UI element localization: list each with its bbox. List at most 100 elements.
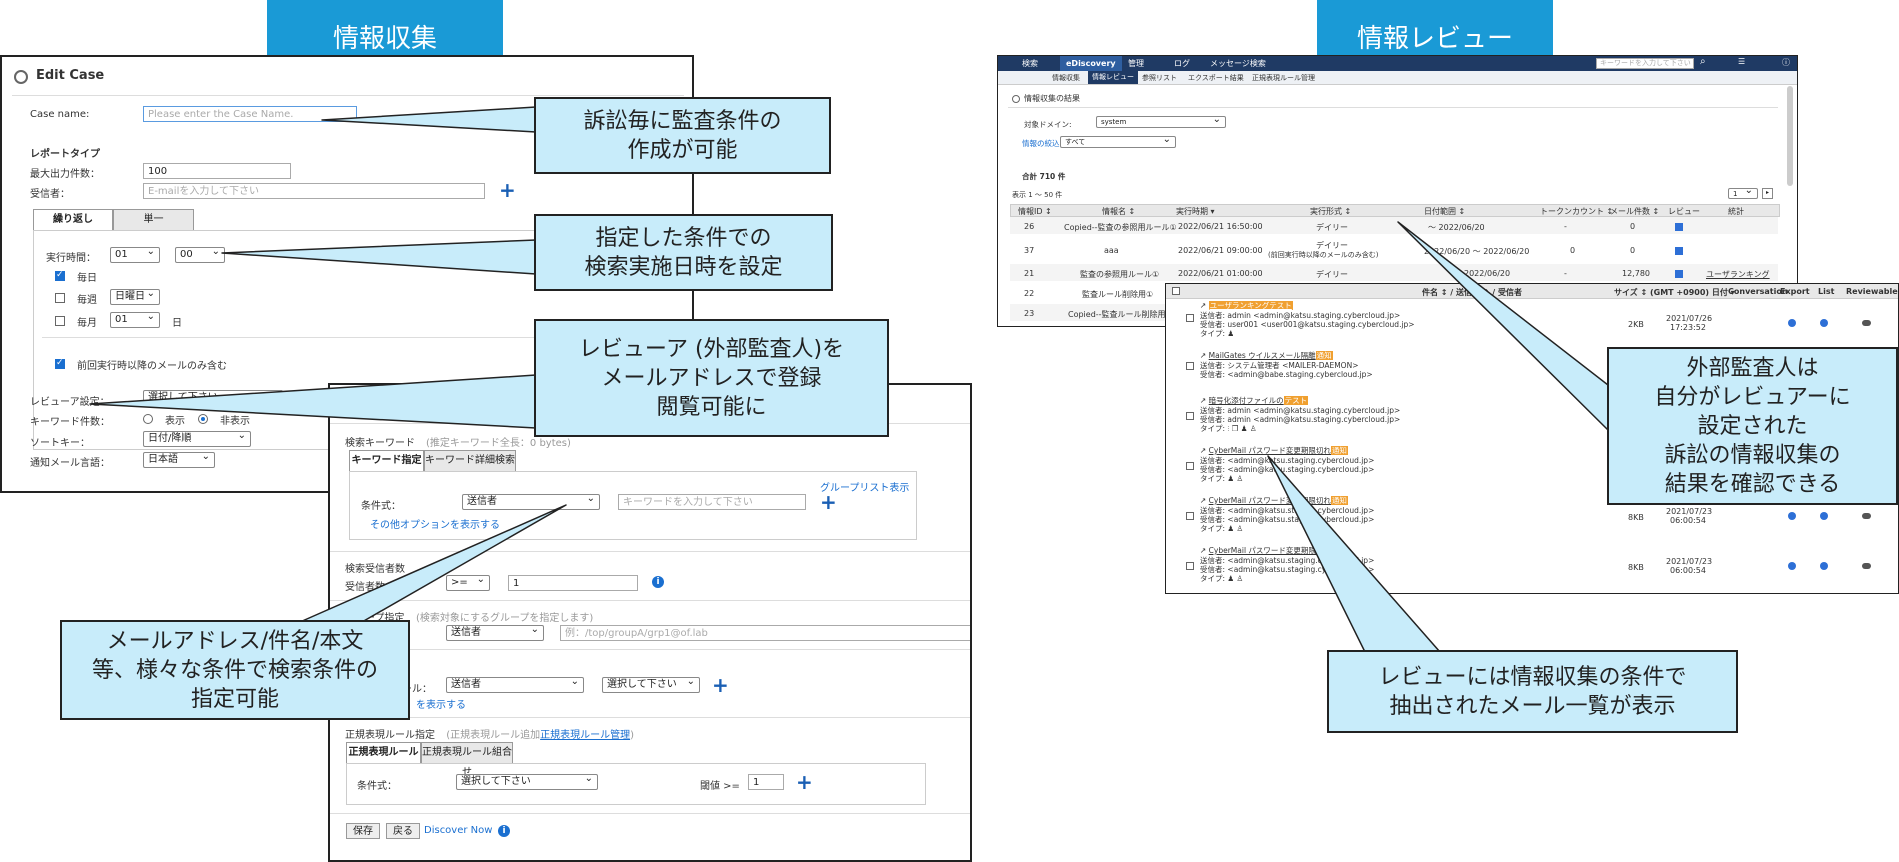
- page-select[interactable]: 1: [1728, 188, 1758, 199]
- list-plus-icon[interactable]: [1820, 319, 1828, 327]
- sort-key-select[interactable]: 日付/降順: [143, 431, 251, 447]
- cond-select[interactable]: 送信者: [462, 494, 600, 510]
- scrollbar[interactable]: [1787, 86, 1793, 186]
- col-time[interactable]: 実行時期 ▾: [1176, 206, 1215, 217]
- nav-search[interactable]: 検索: [1022, 58, 1038, 69]
- menu-icon[interactable]: ☰: [1738, 57, 1745, 66]
- reviewer-select[interactable]: 選択して下さい: [143, 390, 283, 406]
- add-recipient-plus-icon[interactable]: +: [499, 180, 516, 200]
- next-page-button[interactable]: ▸: [1762, 188, 1773, 199]
- mail-checkbox[interactable]: [1186, 412, 1194, 420]
- tab-repeat[interactable]: 繰り返し: [33, 209, 113, 231]
- tab-keyword-detail[interactable]: キーワード詳細検索: [424, 450, 516, 472]
- subtab-reference[interactable]: 参照リスト: [1142, 73, 1177, 83]
- mail-col-size[interactable]: サイズ ↕: [1614, 287, 1647, 298]
- col-name[interactable]: 情報名 ↕: [1102, 206, 1135, 217]
- tab-regex[interactable]: 正規表現ルール: [346, 742, 421, 764]
- review-square-icon[interactable]: [1675, 270, 1683, 278]
- nav-admin[interactable]: 管理: [1128, 58, 1144, 69]
- export-plus-icon[interactable]: [1788, 319, 1796, 327]
- exec-minute-select[interactable]: 00: [175, 247, 225, 263]
- rule-select[interactable]: 送信者: [446, 677, 584, 693]
- notify-lang-select[interactable]: 日本語: [143, 452, 215, 468]
- weekday-select[interactable]: 日曜日: [110, 289, 160, 305]
- export-plus-icon[interactable]: [1788, 562, 1796, 570]
- subtab-regex[interactable]: 正規表現ルール管理: [1252, 73, 1315, 83]
- group-cond-select[interactable]: 送信者: [446, 625, 544, 641]
- keyword-input[interactable]: キーワードを入力して下さい: [618, 494, 806, 510]
- group-input[interactable]: 例：/top/groupA/grp1@of.lab: [560, 625, 970, 641]
- case-name-input[interactable]: Please enter the Case Name.: [143, 106, 357, 122]
- keyword-hide-radio[interactable]: [198, 414, 208, 424]
- mail-checkbox[interactable]: [1186, 562, 1194, 570]
- nav-message-search[interactable]: メッセージ検索: [1210, 58, 1266, 69]
- rule-choice-select[interactable]: 選択して下さい: [602, 677, 700, 693]
- select-all-checkbox[interactable]: [1172, 287, 1180, 295]
- col-tokens[interactable]: トークンカウント ↕: [1540, 206, 1613, 217]
- daily-checkbox[interactable]: [55, 270, 65, 281]
- subtab-export[interactable]: エクスポート結果: [1188, 73, 1244, 83]
- col-type[interactable]: 実行形式 ↕: [1310, 206, 1351, 217]
- tag-icon[interactable]: [1862, 563, 1871, 569]
- add-rule-plus-icon[interactable]: +: [712, 675, 729, 695]
- info-icon[interactable]: ⓘ: [1782, 57, 1790, 68]
- review-square-icon[interactable]: [1675, 247, 1683, 255]
- back-button[interactable]: 戻る: [386, 823, 420, 839]
- month-day-select[interactable]: 01: [110, 312, 160, 328]
- tab-keyword[interactable]: キーワード指定: [349, 450, 424, 472]
- col-mails[interactable]: メール件数 ↕: [1610, 206, 1659, 217]
- list-plus-icon[interactable]: [1820, 562, 1828, 570]
- threshold-input[interactable]: 1: [748, 774, 784, 790]
- report-type-heading: レポートタイプ: [30, 149, 100, 160]
- review-square-icon[interactable]: [1675, 223, 1683, 231]
- nav-log[interactable]: ログ: [1174, 58, 1190, 69]
- regex-cond-select[interactable]: 選択して下さい: [456, 774, 598, 790]
- callout-exec-time: 指定した条件での 検索実施日時を設定: [534, 214, 833, 291]
- cond-label: 条件式：: [361, 501, 401, 512]
- since-last-checkbox[interactable]: [55, 358, 65, 369]
- search-icon[interactable]: ⌕: [1700, 56, 1706, 67]
- regex-manage-link[interactable]: 正規表現ルール管理: [540, 730, 630, 741]
- tag-icon[interactable]: [1862, 513, 1871, 519]
- mail-col-date[interactable]: (GMT +0900) 日付 ▾: [1650, 287, 1735, 298]
- recipient-op-select[interactable]: >=: [446, 575, 490, 591]
- recipient-info-icon[interactable]: i: [652, 576, 664, 588]
- user-ranking-link[interactable]: ユーザランキング: [1706, 269, 1770, 280]
- group-note: (検索対象にするグループを指定します): [416, 613, 594, 624]
- mail-checkbox[interactable]: [1186, 362, 1194, 370]
- weekly-checkbox[interactable]: [55, 293, 65, 303]
- section-title: 情報収集の結果: [1024, 94, 1080, 103]
- discover-now-link[interactable]: Discover Now: [424, 825, 492, 836]
- add-regex-plus-icon[interactable]: +: [796, 772, 813, 792]
- weekly-label: 毎週: [77, 295, 97, 306]
- col-range[interactable]: 日付範囲 ↕: [1424, 206, 1465, 217]
- tab-single[interactable]: 単一: [113, 209, 194, 231]
- recipient-count-input[interactable]: 1: [508, 575, 638, 591]
- tab-regex-combo[interactable]: 正規表現ルール組合せ: [421, 742, 513, 778]
- exec-hour-select[interactable]: 01: [110, 247, 160, 263]
- col-id[interactable]: 情報ID ↕: [1018, 206, 1052, 217]
- discover-info-icon[interactable]: i: [498, 825, 510, 837]
- domain-select[interactable]: system: [1096, 116, 1226, 128]
- mail-col-subject[interactable]: 件名 ↕ / 送信者 ↕ / 受信者: [1422, 287, 1522, 298]
- monthly-checkbox[interactable]: [55, 316, 65, 326]
- keyword-show-radio[interactable]: [143, 414, 153, 424]
- nav-search-input[interactable]: キーワードを入力して下さい: [1596, 58, 1694, 69]
- mail-col-reviewable: Reviewable: [1846, 287, 1898, 296]
- rule-options-link[interactable]: を表示する: [416, 696, 466, 711]
- mail-checkbox[interactable]: [1186, 462, 1194, 470]
- export-plus-icon[interactable]: [1788, 512, 1796, 520]
- nav-ediscovery[interactable]: eDiscovery: [1060, 56, 1122, 71]
- mail-checkbox[interactable]: [1186, 512, 1194, 520]
- list-plus-icon[interactable]: [1820, 512, 1828, 520]
- max-output-input[interactable]: 100: [143, 163, 291, 179]
- add-keyword-plus-icon[interactable]: +: [820, 492, 837, 512]
- recipient-input[interactable]: E-mailを入力して下さい: [143, 183, 485, 199]
- subtab-review[interactable]: 情報レビュー: [1088, 71, 1138, 84]
- tag-icon[interactable]: [1862, 320, 1871, 326]
- mail-checkbox[interactable]: [1186, 314, 1194, 322]
- save-button[interactable]: 保存: [346, 823, 380, 839]
- collect-filter-select[interactable]: すべて: [1060, 136, 1176, 148]
- other-options-link[interactable]: その他オプションを表示する: [370, 516, 500, 531]
- subtab-collect[interactable]: 情報収集: [1052, 73, 1080, 83]
